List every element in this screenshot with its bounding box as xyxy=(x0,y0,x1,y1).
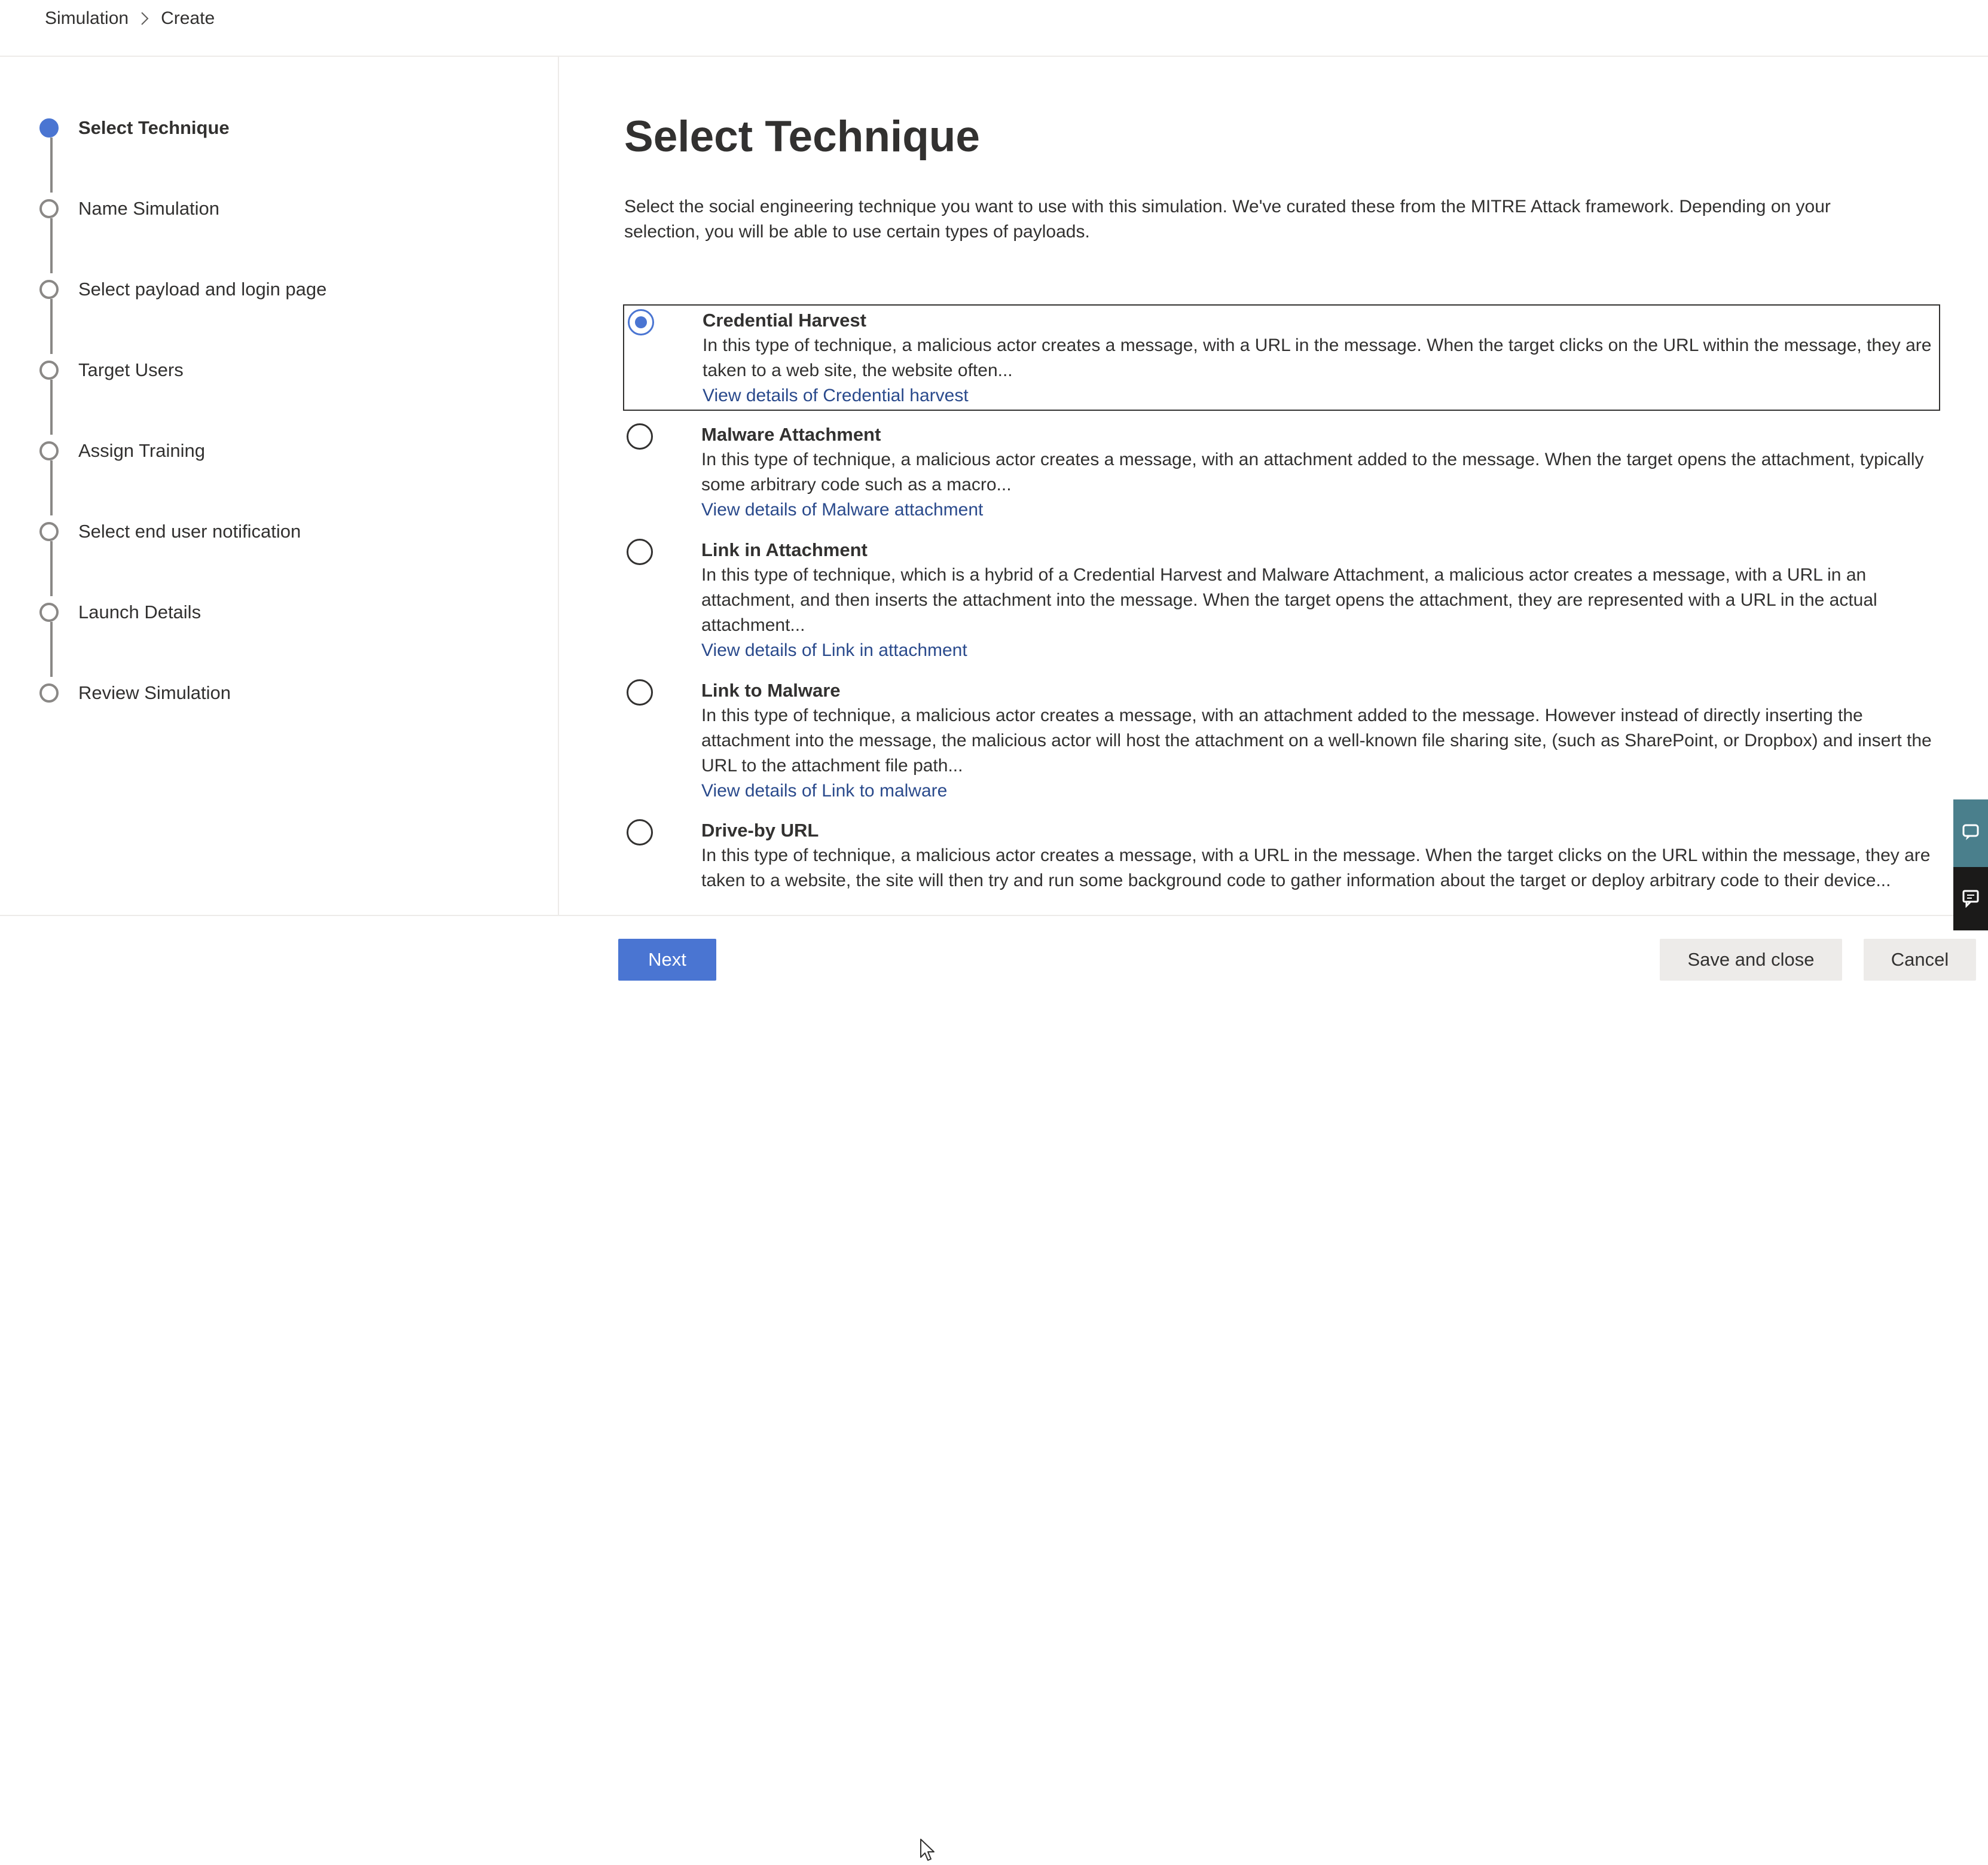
top-bar: Simulation Create xyxy=(0,0,1988,57)
step-launch-details[interactable]: Launch Details xyxy=(39,600,201,624)
step-connector xyxy=(50,460,53,515)
view-details-link[interactable]: View details of Link to malware xyxy=(701,779,947,804)
feedback-button[interactable] xyxy=(1953,867,1988,930)
option-title: Link in Attachment xyxy=(701,539,868,560)
option-description: In this type of technique, a malicious a… xyxy=(703,335,1932,380)
page-description: Select the social engineering technique … xyxy=(624,197,1831,242)
view-details-link[interactable]: View details of Link in attachment xyxy=(701,638,967,663)
step-label: Name Simulation xyxy=(78,198,220,219)
breadcrumb-create: Create xyxy=(161,8,215,28)
technique-option-link-in-attachment[interactable]: Link in Attachment In this type of techn… xyxy=(623,535,1940,667)
option-description: In this type of technique, a malicious a… xyxy=(701,845,1931,890)
step-end-user-notification[interactable]: Select end user notification xyxy=(39,520,301,544)
step-review-simulation[interactable]: Review Simulation xyxy=(39,681,231,705)
step-connector xyxy=(50,299,53,354)
step-indicator xyxy=(39,199,59,218)
step-indicator xyxy=(39,522,59,541)
help-chat-button[interactable] xyxy=(1953,799,1988,867)
cancel-button[interactable]: Cancel xyxy=(1864,939,1976,981)
step-indicator xyxy=(39,441,59,460)
page-title: Select Technique xyxy=(624,112,980,161)
radio-link-in-attachment[interactable] xyxy=(627,539,653,565)
option-description: In this type of technique, a malicious a… xyxy=(701,450,1924,495)
step-label: Select Technique xyxy=(78,117,230,138)
step-connector xyxy=(50,138,53,193)
radio-credential-harvest[interactable] xyxy=(628,309,654,335)
step-select-technique[interactable]: Select Technique xyxy=(39,116,230,140)
option-description: In this type of technique, a malicious a… xyxy=(701,706,1932,776)
breadcrumb-simulation[interactable]: Simulation xyxy=(45,8,129,29)
step-target-users[interactable]: Target Users xyxy=(39,358,184,382)
view-details-link[interactable]: View details of Credential harvest xyxy=(703,383,969,408)
wizard-footer: Next Save and close Cancel xyxy=(0,915,1988,1861)
step-label: Assign Training xyxy=(78,440,205,461)
radio-drive-by-url[interactable] xyxy=(627,819,653,845)
step-label: Target Users xyxy=(78,359,184,380)
step-connector xyxy=(50,541,53,596)
step-connector xyxy=(50,218,53,273)
view-details-link[interactable]: View details of Malware attachment xyxy=(701,497,983,523)
technique-option-malware-attachment[interactable]: Malware Attachment In this type of techn… xyxy=(623,420,1940,526)
technique-option-drive-by-url[interactable]: Drive-by URL In this type of technique, … xyxy=(623,816,1940,915)
option-title: Credential Harvest xyxy=(703,310,866,331)
option-title: Drive-by URL xyxy=(701,820,819,841)
step-indicator xyxy=(39,361,59,380)
step-indicator xyxy=(39,683,59,703)
option-description: In this type of technique, which is a hy… xyxy=(701,565,1877,635)
help-chat-icon xyxy=(1960,822,1981,845)
step-indicator xyxy=(39,603,59,622)
step-label: Review Simulation xyxy=(78,682,231,703)
cursor-icon xyxy=(920,1838,935,1865)
step-indicator xyxy=(39,280,59,299)
step-indicator-active xyxy=(39,118,59,138)
technique-option-credential-harvest[interactable]: Credential Harvest In this type of techn… xyxy=(623,304,1940,411)
save-and-close-button[interactable]: Save and close xyxy=(1660,939,1842,981)
step-label: Select payload and login page xyxy=(78,279,327,300)
step-connector xyxy=(50,622,53,677)
step-label: Select end user notification xyxy=(78,521,301,542)
step-assign-training[interactable]: Assign Training xyxy=(39,439,205,463)
next-button[interactable]: Next xyxy=(618,939,716,981)
radio-malware-attachment[interactable] xyxy=(627,423,653,450)
wizard-steps: Select Technique Name Simulation Select … xyxy=(0,57,559,915)
technique-option-link-to-malware[interactable]: Link to Malware In this type of techniqu… xyxy=(623,676,1940,807)
option-title: Link to Malware xyxy=(701,680,841,701)
main-content: Select Technique Select the social engin… xyxy=(560,57,1988,915)
step-name-simulation[interactable]: Name Simulation xyxy=(39,197,219,221)
feedback-icon xyxy=(1960,887,1981,911)
step-connector xyxy=(50,380,53,435)
step-select-payload[interactable]: Select payload and login page xyxy=(39,277,326,301)
step-label: Launch Details xyxy=(78,602,201,622)
chevron-right-icon xyxy=(141,11,149,26)
radio-link-to-malware[interactable] xyxy=(627,679,653,706)
option-title: Malware Attachment xyxy=(701,424,881,445)
breadcrumb: Simulation Create xyxy=(45,8,215,29)
